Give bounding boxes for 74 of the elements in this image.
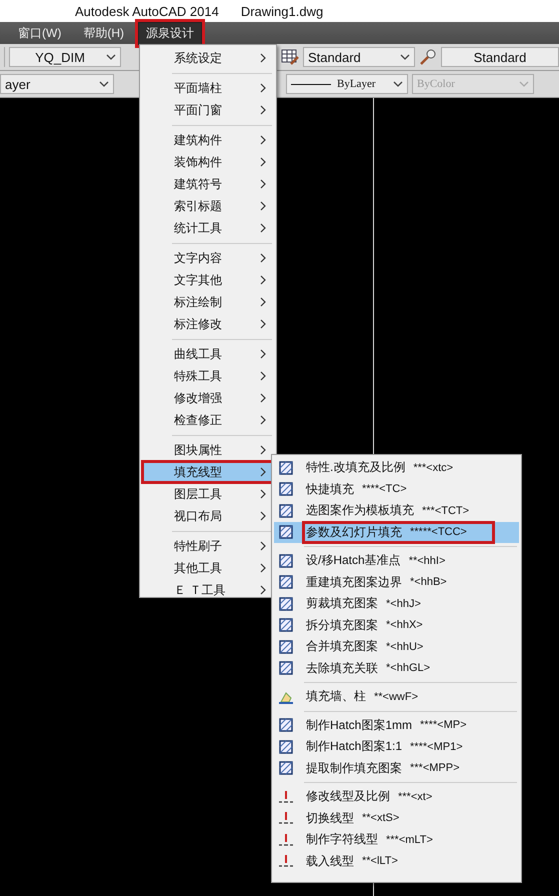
menu-item[interactable]: 参数及幻灯片填充 *****<TCC> bbox=[274, 522, 519, 543]
menu-item[interactable]: 装饰构件 bbox=[142, 151, 274, 173]
menu-item[interactable]: 特殊工具 bbox=[142, 365, 274, 387]
hatch-icon bbox=[278, 738, 294, 755]
menu-item[interactable]: 系统设定 bbox=[142, 47, 274, 69]
linetype-dropdown[interactable]: ByLayer bbox=[286, 74, 408, 94]
hatch-icon bbox=[278, 552, 294, 569]
menu-item[interactable]: 快捷填充 ****<TC> bbox=[274, 478, 519, 500]
menu-item[interactable]: 剪裁填充图案 *<hhJ> bbox=[274, 593, 519, 614]
menu-item[interactable]: 制作字符线型 ***<mLT> bbox=[274, 829, 519, 850]
hatch-icon bbox=[278, 617, 294, 634]
menu-item[interactable]: 平面墙柱 bbox=[142, 77, 274, 99]
menu-item[interactable]: 标注修改 bbox=[142, 313, 274, 335]
menu-bar-item[interactable]: 帮助(H) bbox=[75, 22, 132, 44]
dim-style-dropdown[interactable]: YQ_DIM bbox=[9, 47, 121, 67]
caret-icon bbox=[519, 81, 529, 87]
linetype-icon bbox=[278, 810, 294, 826]
hatch-icon bbox=[278, 660, 294, 676]
hatch-icon bbox=[278, 574, 294, 590]
hatch-icon bbox=[278, 460, 294, 476]
table-style-dropdown[interactable]: Standard bbox=[303, 47, 415, 67]
hatch-icon bbox=[278, 502, 294, 519]
linetype-icon bbox=[278, 788, 294, 805]
menu-item[interactable]: 文字内容 bbox=[142, 247, 274, 269]
menu-item[interactable]: 选图案作为模板填充 ***<TCT> bbox=[274, 500, 519, 522]
menu-item[interactable]: 切换线型 **<xtS> bbox=[274, 808, 519, 829]
document-title: Drawing1.dwg bbox=[240, 4, 324, 18]
menu-item[interactable]: 填充墙、柱 **<wwF> bbox=[274, 686, 519, 708]
linetype-icon bbox=[278, 832, 294, 848]
menu-item[interactable]: 合并填充图案 *<hhU> bbox=[274, 636, 519, 658]
menu-item[interactable]: Ｅ Ｔ工具 bbox=[142, 579, 274, 601]
caret-icon bbox=[106, 54, 116, 60]
multileader-style-dropdown[interactable]: Standard bbox=[441, 47, 559, 67]
layer-dropdown[interactable]: ayer bbox=[0, 74, 114, 94]
menu-item[interactable]: 视口布局 bbox=[142, 505, 274, 527]
menu-item[interactable]: 修改线型及比例 ***<xt> bbox=[274, 786, 519, 808]
linetype-icon bbox=[278, 853, 294, 870]
menu-item[interactable]: 拆分填充图案 *<hhX> bbox=[274, 614, 519, 636]
hatch-icon bbox=[278, 760, 294, 776]
menu-item[interactable]: 图块属性 bbox=[142, 439, 274, 461]
menu-item[interactable]: 修改增强 bbox=[142, 387, 274, 409]
menu-item[interactable]: 制作Hatch图案1:1 ****<MP1> bbox=[274, 736, 519, 758]
menu-item[interactable]: 重建填充图案边界 *<hhB> bbox=[274, 572, 519, 593]
menu-item[interactable]: 图层工具 bbox=[142, 483, 274, 505]
menu-item[interactable]: 其他工具 bbox=[142, 557, 274, 579]
menu-item[interactable]: 提取制作填充图案 ***<MPP> bbox=[274, 758, 519, 779]
hatch-icon bbox=[278, 638, 294, 655]
menu-item[interactable]: 索引标题 bbox=[142, 195, 274, 217]
menu-item[interactable]: 填充线型 bbox=[142, 461, 274, 483]
menu-item[interactable]: 文字其他 bbox=[142, 269, 274, 291]
hatch-icon bbox=[278, 596, 294, 612]
menu-item[interactable]: 去除填充关联 *<hhGL> bbox=[274, 658, 519, 679]
multileader-style-icon[interactable] bbox=[419, 48, 437, 66]
menu-item[interactable]: 标注绘制 bbox=[142, 291, 274, 313]
caret-icon bbox=[393, 81, 403, 87]
caret-icon bbox=[400, 54, 410, 60]
table-style-icon[interactable] bbox=[281, 48, 299, 66]
menu-item[interactable]: 制作Hatch图案1mm ****<MP> bbox=[274, 714, 519, 736]
hatch-icon bbox=[278, 524, 294, 540]
menu-item[interactable]: 特性刷子 bbox=[142, 535, 274, 557]
menu-item[interactable]: 特性.改填充及比例 ***<xtc> bbox=[274, 457, 519, 478]
window-title: Autodesk AutoCAD 2014 bbox=[75, 4, 219, 18]
menu-item[interactable]: 统计工具 bbox=[142, 217, 274, 239]
hatch-icon bbox=[278, 481, 294, 498]
menu-item[interactable]: 平面门窗 bbox=[142, 99, 274, 121]
hatch-icon bbox=[278, 717, 294, 734]
menu-item[interactable]: 曲线工具 bbox=[142, 343, 274, 365]
menu-bar-item[interactable]: 窗口(W) bbox=[10, 22, 70, 44]
menu-item[interactable]: 载入线型 **<lLT> bbox=[274, 850, 519, 872]
menu-item[interactable]: 建筑构件 bbox=[142, 129, 274, 151]
menu-item[interactable]: 检查修正 bbox=[142, 409, 274, 431]
menu-item[interactable]: 设/移Hatch基准点 **<hhI> bbox=[274, 550, 519, 572]
menu-item[interactable]: 建筑符号 bbox=[142, 173, 274, 195]
caret-icon bbox=[99, 81, 109, 87]
